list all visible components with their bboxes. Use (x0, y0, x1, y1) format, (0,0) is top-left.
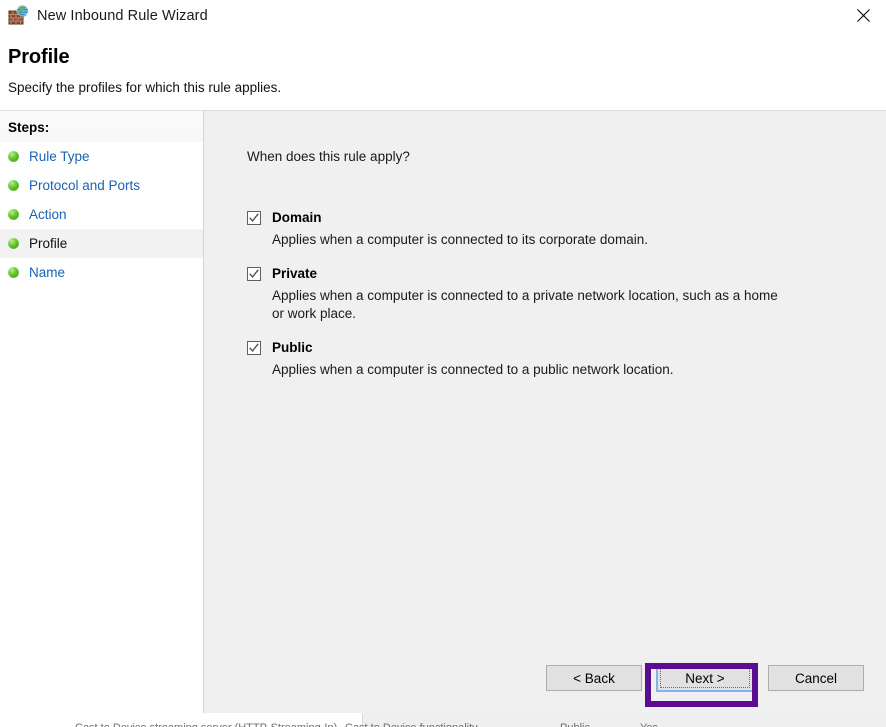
public-checkbox[interactable] (247, 341, 261, 355)
sidebar-item-protocol-and-ports[interactable]: Protocol and Ports (0, 171, 203, 200)
title-bar: New Inbound Rule Wizard (0, 0, 886, 32)
profile-label-public: Public (272, 340, 313, 355)
profile-row-domain[interactable]: Domain (247, 208, 886, 227)
green-bullet-icon (8, 209, 19, 220)
sidebar-item-label: Rule Type (29, 149, 90, 164)
green-bullet-icon (8, 151, 19, 162)
green-bullet-icon (8, 180, 19, 191)
steps-sidebar: Steps: Rule Type Protocol and Ports Acti… (0, 111, 204, 713)
background-cell-group: Cast to Device functionality (345, 723, 478, 727)
window-title: New Inbound Rule Wizard (37, 8, 208, 24)
page-header: Profile Specify the profiles for which t… (0, 32, 886, 111)
profile-description-private: Applies when a computer is connected to … (272, 288, 778, 321)
profile-row-public[interactable]: Public (247, 338, 886, 357)
wizard-body: Steps: Rule Type Protocol and Ports Acti… (0, 111, 886, 713)
profile-row-private[interactable]: Private (247, 264, 886, 283)
background-list-row: Cast to Device streaming server (HTTP-St… (0, 723, 886, 727)
next-button-label: Next > (685, 670, 725, 686)
sidebar-item-action[interactable]: Action (0, 200, 203, 229)
background-cell-name: Cast to Device streaming server (HTTP-St… (75, 723, 337, 727)
sidebar-item-label: Protocol and Ports (29, 178, 141, 193)
sidebar-item-rule-type[interactable]: Rule Type (0, 142, 203, 171)
steps-heading: Steps: (0, 111, 203, 142)
back-button[interactable]: < Back (546, 665, 642, 691)
sidebar-item-label: Action (29, 207, 67, 222)
wizard-button-bar: < Back Next > Cancel (204, 651, 886, 713)
next-button[interactable]: Next > (656, 664, 754, 692)
sidebar-item-label: Name (29, 265, 66, 280)
profile-label-domain: Domain (272, 210, 322, 225)
sidebar-item-name[interactable]: Name (0, 258, 203, 287)
sidebar-item-label: Profile (29, 236, 68, 251)
new-inbound-rule-wizard-window: New Inbound Rule Wizard Profile Specify … (0, 0, 886, 713)
profile-description-public: Applies when a computer is connected to … (272, 362, 674, 377)
background-cell-enabled: Yes (640, 723, 658, 727)
firewall-globe-icon (8, 5, 30, 27)
domain-checkbox[interactable] (247, 211, 261, 225)
private-checkbox[interactable] (247, 267, 261, 281)
profile-label-private: Private (272, 266, 318, 281)
background-window-strip: Cast to Device streaming server (HTTP-St… (0, 713, 886, 727)
page-title: Profile (8, 46, 70, 68)
background-cell-profile: Public (560, 723, 590, 727)
profile-description-domain: Applies when a computer is connected to … (272, 232, 648, 247)
close-icon[interactable] (840, 0, 886, 31)
profile-checkbox-group: Domain Applies when a computer is connec… (247, 208, 886, 379)
question-label: When does this rule apply? (247, 149, 410, 164)
page-subtitle: Specify the profiles for which this rule… (8, 80, 282, 95)
green-bullet-icon (8, 267, 19, 278)
profile-selection-content: When does this rule apply? Domain Applie… (204, 111, 886, 651)
green-bullet-icon (8, 238, 19, 249)
main-panel: When does this rule apply? Domain Applie… (204, 111, 886, 713)
cancel-button[interactable]: Cancel (768, 665, 864, 691)
sidebar-item-profile[interactable]: Profile (0, 229, 203, 258)
